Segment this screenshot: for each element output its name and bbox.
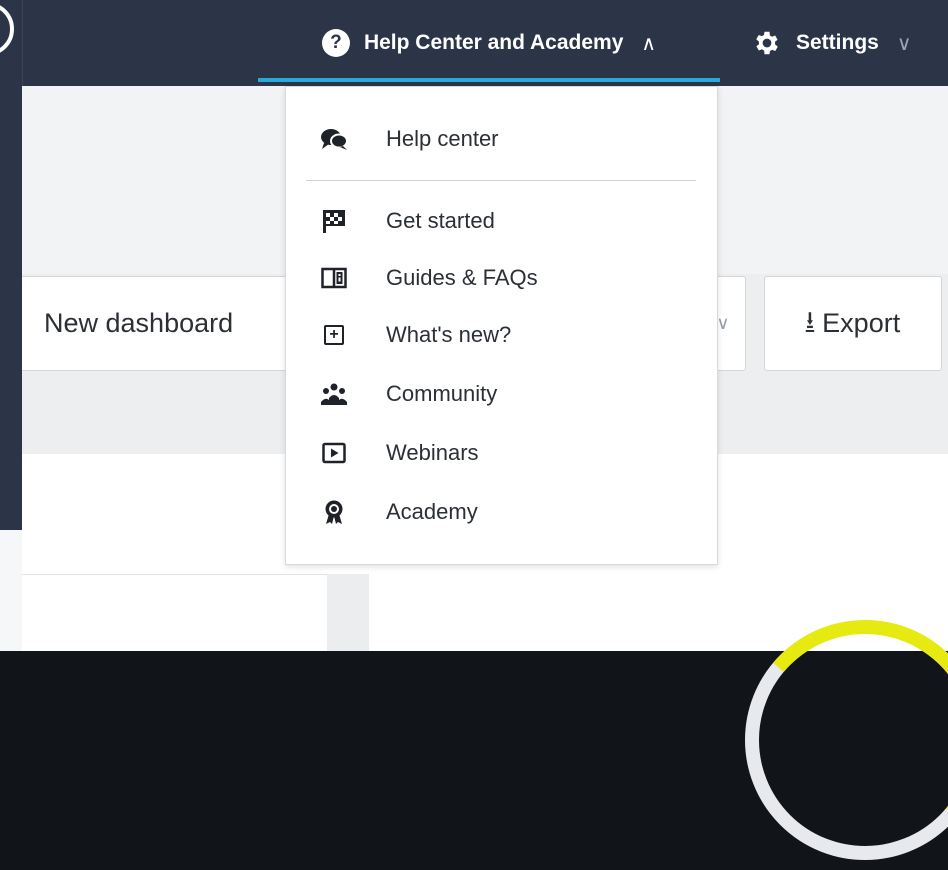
menu-item-help-center[interactable]: Help center <box>286 115 717 163</box>
help-center-dropdown: Help center Get started Guides & FAQs + … <box>285 86 718 565</box>
export-label: Export <box>822 308 901 338</box>
new-dashboard-button[interactable]: New dashboard <box>22 276 292 371</box>
new-dashboard-label: New dashboard <box>44 308 234 338</box>
menu-item-guides-faqs[interactable]: Guides & FAQs <box>286 254 717 302</box>
menu-item-webinars[interactable]: Webinars <box>286 429 717 477</box>
question-circle-icon: ? <box>321 29 350 57</box>
menu-item-label: Academy <box>386 499 478 524</box>
plus-box-icon: + <box>320 321 348 349</box>
active-menu-underline <box>258 78 720 82</box>
menu-item-academy[interactable]: Academy <box>286 488 717 536</box>
sidebar-bottom-area <box>0 530 22 651</box>
left-sidebar <box>0 0 23 530</box>
logo-circle-icon[interactable] <box>0 2 14 56</box>
checkered-flag-icon <box>320 207 348 235</box>
menu-item-label: Help center <box>386 126 499 151</box>
gear-icon <box>756 31 778 55</box>
chat-bubbles-icon <box>320 125 348 153</box>
help-center-academy-label: Help Center and Academy <box>363 31 624 54</box>
menu-item-community[interactable]: Community <box>286 370 717 418</box>
menu-item-label: Webinars <box>386 440 479 465</box>
settings-menu[interactable]: Settings ∨ <box>752 0 911 86</box>
chevron-up-icon: ∧ <box>641 32 657 55</box>
menu-divider <box>306 180 696 181</box>
play-box-icon <box>320 439 348 467</box>
book-icon <box>320 264 348 292</box>
help-center-academy-menu[interactable]: ? Help Center and Academy ∧ <box>258 0 720 86</box>
settings-label: Settings <box>796 31 879 54</box>
chevron-down-icon: ∨ <box>896 32 912 55</box>
export-button[interactable]: ⭳ Export <box>764 276 942 371</box>
award-badge-icon <box>320 498 348 526</box>
menu-item-label: Get started <box>386 208 495 233</box>
widget-divider <box>22 574 327 575</box>
widget-gutter <box>327 574 369 651</box>
menu-item-get-started[interactable]: Get started <box>286 197 717 245</box>
people-group-icon <box>320 380 348 408</box>
download-icon: ⭳ <box>805 307 815 334</box>
menu-item-label: Community <box>386 381 498 406</box>
chevron-down-icon: ∨ <box>716 313 730 333</box>
menu-item-label: Guides & FAQs <box>386 265 538 290</box>
menu-item-label: What's new? <box>386 322 512 347</box>
menu-item-whats-new[interactable]: + What's new? <box>286 311 717 359</box>
